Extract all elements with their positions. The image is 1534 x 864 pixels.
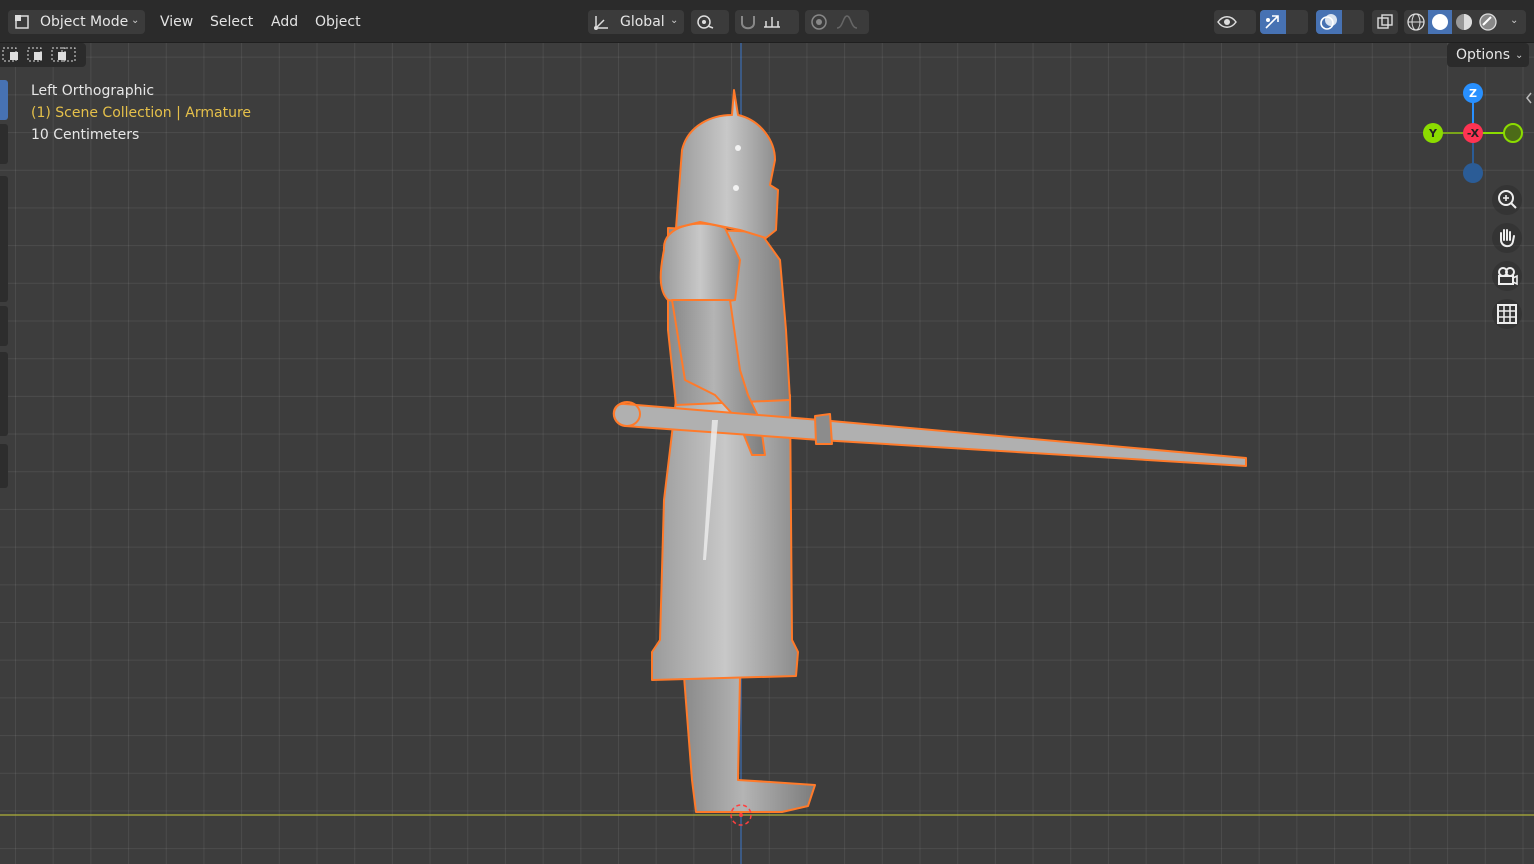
rendered-shading-icon[interactable] (1477, 12, 1499, 32)
visibility-dropdown[interactable] (1214, 10, 1256, 34)
mode-label: Object Mode (40, 14, 129, 30)
camera-icon (1498, 267, 1518, 286)
toolbar-strip[interactable] (0, 80, 8, 490)
gizmo-z-label: Z (1469, 87, 1477, 100)
proportional-edit-icon[interactable] (808, 12, 830, 32)
camera-view-button[interactable] (1492, 261, 1522, 291)
pivot-point-icon (697, 15, 714, 29)
tool-slot[interactable] (0, 176, 8, 302)
overlays-icon (1320, 14, 1337, 30)
options-dropdown[interactable]: Options ⌄ (1447, 43, 1529, 67)
transform-axes-icon (594, 16, 608, 30)
pan-button[interactable] (1492, 223, 1522, 253)
eye-icon (1217, 16, 1237, 28)
viewport-info: Left Orthographic (1) Scene Collection |… (31, 80, 251, 146)
menu-add[interactable]: Add (271, 9, 298, 35)
menu-select[interactable]: Select (210, 9, 253, 35)
object-mode-icon (15, 15, 29, 29)
gizmo-y-label: Y (1428, 127, 1438, 140)
xray-toggle[interactable] (1372, 10, 1398, 34)
mode-selector[interactable]: Object Mode ⌄ (8, 10, 145, 34)
selection-mode-buttons (0, 43, 86, 67)
chevron-down-icon: ⌄ (1510, 15, 1519, 26)
active-object-name: Armature (185, 105, 252, 121)
view-name: Left Orthographic (31, 83, 155, 99)
separator: | (176, 105, 181, 121)
tool-slot[interactable] (0, 352, 8, 436)
snap-magnet-icon[interactable] (737, 12, 759, 32)
shading-mode-selector[interactable]: ⌄ (1404, 10, 1526, 34)
overlays-toggle[interactable] (1316, 10, 1364, 34)
select-box-icon[interactable] (0, 43, 86, 67)
zoom-button[interactable] (1492, 185, 1522, 215)
zoom-icon (1498, 190, 1517, 209)
tool-slot[interactable] (0, 444, 8, 488)
collection-name: (1) Scene Collection (31, 105, 172, 121)
grid-icon (1497, 304, 1517, 324)
ortho-toggle-button[interactable] (1492, 299, 1522, 329)
gizmo-x-label: -X (1467, 127, 1480, 140)
material-shading-icon[interactable] (1453, 12, 1475, 32)
collapse-sidebar-icon[interactable] (1524, 88, 1534, 108)
chevron-down-icon: ⌄ (1515, 50, 1524, 61)
proportional-editing-controls[interactable] (805, 10, 869, 34)
pivot-point-dropdown[interactable] (691, 10, 729, 34)
snap-increment-icon[interactable] (761, 12, 783, 32)
navigation-gizmo[interactable]: Z Y -X (1413, 80, 1533, 190)
snap-controls[interactable] (735, 10, 799, 34)
tool-slot[interactable] (0, 306, 8, 346)
falloff-curve-icon[interactable] (835, 12, 865, 32)
solid-shading-icon[interactable] (1429, 12, 1451, 32)
wireframe-shading-icon[interactable] (1405, 12, 1427, 32)
xray-icon (1377, 14, 1393, 29)
active-tool[interactable] (0, 80, 8, 120)
gizmo-arrow-icon (1265, 15, 1279, 29)
orientation-label: Global (620, 14, 665, 30)
transform-orientation-dropdown[interactable]: Global ⌄ (588, 10, 684, 34)
tool-slot[interactable] (0, 124, 8, 164)
viewport-header: Object Mode ⌄ View Select Add Object Glo… (0, 0, 1534, 43)
menu-object[interactable]: Object (315, 9, 361, 35)
chevron-down-icon: ⌄ (131, 15, 140, 26)
hand-icon (1500, 229, 1515, 248)
grid-scale: 10 Centimeters (31, 127, 140, 143)
options-label: Options (1456, 47, 1511, 63)
menu-view[interactable]: View (160, 9, 193, 35)
gizmo-toggle[interactable] (1260, 10, 1308, 34)
chevron-down-icon: ⌄ (670, 15, 679, 26)
3d-viewport[interactable]: Left Orthographic (1) Scene Collection |… (0, 0, 1534, 864)
